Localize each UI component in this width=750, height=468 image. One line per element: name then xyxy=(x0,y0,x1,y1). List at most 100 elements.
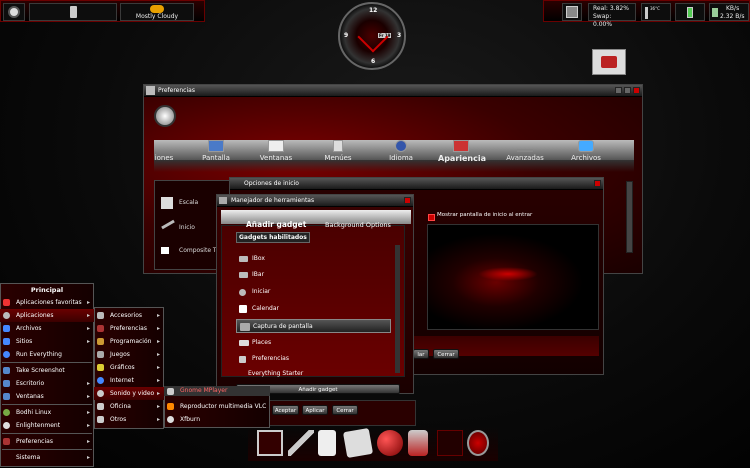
gadget-item-iniciar[interactable]: Iniciar xyxy=(236,285,391,299)
tab-archivos-label: Archivos xyxy=(571,154,601,162)
close-button[interactable] xyxy=(633,87,640,94)
tab-pantalla-label: Pantalla xyxy=(202,154,230,162)
minimize-button[interactable] xyxy=(615,87,622,94)
menu-item-juegos[interactable]: Juegos ▸ xyxy=(94,348,164,361)
terminal-gadget[interactable] xyxy=(562,3,582,21)
menu-item-graficos[interactable]: Gráficos ▸ xyxy=(94,361,164,374)
tab-archivos[interactable]: Archivos xyxy=(566,140,606,172)
thermometer-icon xyxy=(645,7,648,19)
gadget-item-calendar[interactable]: Calendar xyxy=(236,302,391,316)
manager-scrollbar[interactable] xyxy=(395,245,400,373)
desktop-widget[interactable] xyxy=(592,49,626,75)
opciones-close-button[interactable] xyxy=(594,180,601,187)
menu-item-internet[interactable]: Internet ▸ xyxy=(94,374,164,387)
net-up: 2.32 B/s xyxy=(720,13,745,20)
menu-item-archivos[interactable]: Archivos ▸ xyxy=(0,322,94,335)
accessories-icon xyxy=(97,312,104,319)
mail-dock-icon[interactable] xyxy=(342,427,374,459)
red-ball-dock-icon[interactable] xyxy=(377,430,403,456)
gadget-item-ibox[interactable]: IBox xyxy=(236,252,391,266)
menu-item-oficina[interactable]: Oficina ▸ xyxy=(94,400,164,413)
aplicar-button[interactable]: Aplicar xyxy=(302,405,328,415)
monitor-dock-icon[interactable] xyxy=(257,430,283,456)
startup-icon xyxy=(161,219,175,230)
tab-avanzadas-label: Avanzadas xyxy=(506,154,544,162)
media-player-dock-icon[interactable] xyxy=(318,430,336,456)
tab-avanzadas[interactable]: Avanzadas xyxy=(503,140,547,172)
menu-item-escritorio[interactable]: Escritorio ▸ xyxy=(0,377,94,390)
menu-item-accesorios[interactable]: Accesorios ▸ xyxy=(94,309,164,322)
scale-icon xyxy=(161,197,173,209)
gadget-item-ibar[interactable]: IBar xyxy=(236,268,391,282)
preferencias-scrollbar[interactable] xyxy=(626,181,633,253)
tab-apariencia[interactable]: Apariencia xyxy=(438,140,486,172)
manager-close-button[interactable] xyxy=(404,197,411,204)
manager-titlebar[interactable]: Manejador de herramientas xyxy=(217,195,413,207)
opciones-title: Opciones de inicio xyxy=(244,180,299,187)
menu-item-sitios[interactable]: Sitios ▸ xyxy=(0,335,94,348)
menu-item-favoritas[interactable]: Aplicaciones favoritas ▸ xyxy=(0,296,94,309)
maximize-button[interactable] xyxy=(624,87,631,94)
opciones-cerrar-button[interactable]: Cerrar xyxy=(433,349,459,359)
other-icon xyxy=(97,416,104,423)
gadget-item-captura[interactable]: Captura de pantalla xyxy=(236,319,391,333)
lock-dock-icon[interactable] xyxy=(467,430,489,456)
menu-item-xfburn[interactable]: Xfburn xyxy=(164,413,270,426)
menu-item-preferencias[interactable]: Preferencias ▸ xyxy=(0,435,94,448)
list-row-escala-label: Escala xyxy=(179,199,199,206)
menu-item-run-everything[interactable]: Run Everything xyxy=(0,348,94,361)
screen-dock-icon[interactable] xyxy=(437,430,463,456)
menu-item-sonido-video[interactable]: Sonido y video ▸ xyxy=(94,387,164,400)
ibar-icon xyxy=(239,272,248,278)
preferencias-titlebar[interactable]: Preferencias xyxy=(144,85,642,97)
show-splash-checkbox[interactable] xyxy=(428,214,435,221)
gadget-item-preferencias[interactable]: Preferencias xyxy=(236,352,391,366)
menu-item-bodhi-linux-label: Bodhi Linux xyxy=(16,409,52,416)
submenu-arrow-icon: ▸ xyxy=(156,351,160,358)
run-icon xyxy=(3,351,10,358)
apps-icon xyxy=(3,312,10,319)
camera-icon xyxy=(3,367,10,374)
tab-menues[interactable]: Menúes xyxy=(320,140,356,172)
bodhi-icon xyxy=(3,409,10,416)
tab-iones[interactable]: iones xyxy=(152,140,176,172)
clock-hands xyxy=(357,21,389,53)
menu-item-take-screenshot[interactable]: Take Screenshot xyxy=(0,364,94,377)
tab-ventanas[interactable]: Ventanas xyxy=(255,140,297,172)
database-dock-icon[interactable] xyxy=(408,430,428,456)
menu-item-aplicaciones[interactable]: Aplicaciones ▸ xyxy=(0,309,94,322)
graphics-icon xyxy=(97,364,104,371)
tab-anadir-gadget[interactable]: Añadir gadget xyxy=(246,220,306,229)
menu-item-otros-label: Otros xyxy=(110,416,127,423)
tab-background-options[interactable]: Background Options xyxy=(325,221,391,229)
ram-usage: Real: 3.82% xyxy=(593,5,629,12)
aceptar-button[interactable]: Aceptar xyxy=(272,405,299,415)
menu-item-otros[interactable]: Otros ▸ xyxy=(94,413,164,426)
menu-item-preferencias-label: Preferencias xyxy=(16,438,53,445)
tab-pantalla[interactable]: Pantalla xyxy=(196,140,236,172)
tools-dock-icon[interactable] xyxy=(288,430,314,456)
weather-gadget[interactable]: Mostly Cloudy xyxy=(120,3,194,21)
menu-item-xfburn-label: Xfburn xyxy=(180,416,200,423)
opciones-titlebar[interactable]: Opciones de inicio xyxy=(230,178,603,190)
menu-item-sistema[interactable]: Sistema ▸ xyxy=(0,451,94,464)
gadget-item-everything[interactable]: Everything Starter xyxy=(236,367,391,381)
submenu-arrow-icon: ▸ xyxy=(156,325,160,332)
menu-item-aplicaciones-label: Aplicaciones xyxy=(16,312,54,319)
menu-item-gnome-mplayer[interactable]: Gnome MPlayer xyxy=(164,386,270,396)
menu-item-ventanas[interactable]: Ventanas ▸ xyxy=(0,390,94,403)
cerrar-button[interactable]: Cerrar xyxy=(332,405,358,415)
menu-item-take-screenshot-label: Take Screenshot xyxy=(16,367,65,374)
menu-item-enlightenment[interactable]: Enlightenment ▸ xyxy=(0,419,94,432)
menu-item-programacion[interactable]: Programación ▸ xyxy=(94,335,164,348)
partial-button[interactable]: lar xyxy=(413,349,429,359)
menu-item-vlc[interactable]: Reproductor multimedia VLC xyxy=(164,400,270,413)
phone-gadget[interactable] xyxy=(29,3,117,21)
menu-item-bodhi-linux[interactable]: Bodhi Linux ▸ xyxy=(0,406,94,419)
menu-item-apps-preferencias[interactable]: Preferencias ▸ xyxy=(94,322,164,335)
start-gadget[interactable] xyxy=(3,3,25,21)
splash-logo xyxy=(478,267,538,281)
tab-idioma[interactable]: Idioma xyxy=(386,140,416,172)
preferencias-title: Preferencias xyxy=(158,87,195,94)
gadget-item-places[interactable]: Places xyxy=(236,336,391,350)
